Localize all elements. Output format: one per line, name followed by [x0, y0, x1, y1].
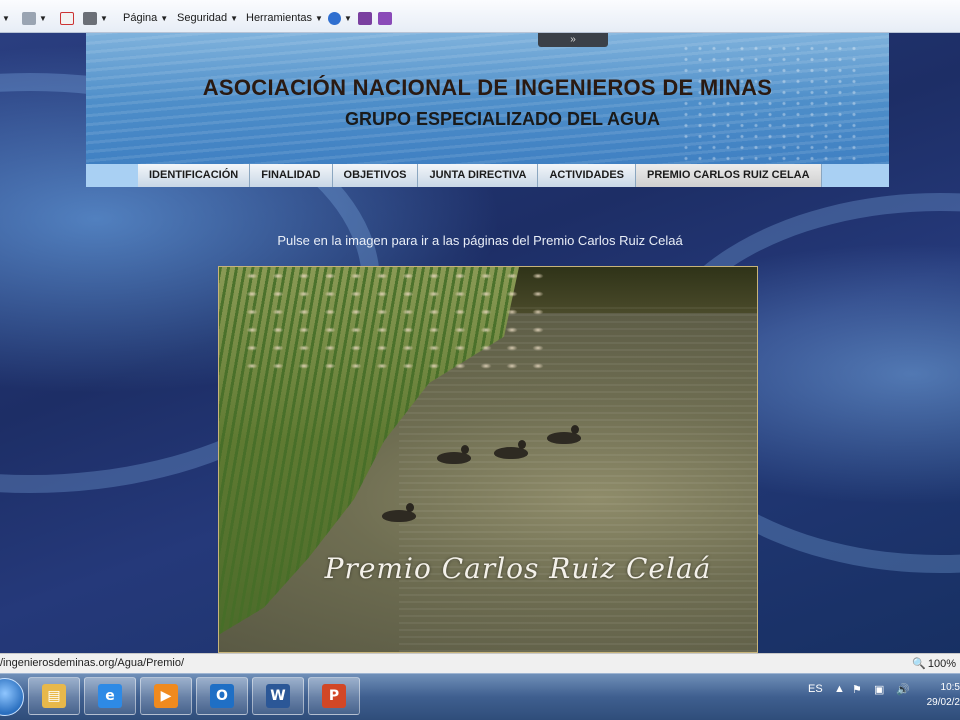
file-explorer-icon: ▤	[42, 684, 66, 708]
system-clock[interactable]: 10:5 29/02/2	[927, 680, 960, 710]
taskbar-app-file-explorer[interactable]: ▤	[28, 677, 80, 715]
help-button[interactable]: ▼	[328, 10, 352, 26]
onenote-button[interactable]	[358, 10, 372, 26]
nav-item-identificacion[interactable]: IDENTIFICACIÓN	[138, 164, 251, 187]
clock-date: 29/02/2	[926, 697, 960, 708]
nav-item-objetivos[interactable]: OBJETIVOS	[332, 164, 419, 187]
read-mail-button[interactable]	[60, 10, 74, 26]
word-icon: W	[266, 684, 290, 708]
collapse-handle[interactable]: »	[538, 33, 608, 47]
zoom-control[interactable]: 🔍 100%	[912, 657, 956, 671]
zoom-level: 100%	[927, 657, 956, 670]
mail-icon	[60, 11, 74, 25]
onenote-icon	[358, 11, 372, 25]
zoom-icon: 🔍	[912, 658, 926, 670]
home-dropdown-caret[interactable]: ▼	[2, 10, 10, 26]
network-icon[interactable]: ▣	[874, 683, 884, 696]
start-button[interactable]	[0, 678, 24, 716]
instruction-text: Pulse en la imagen para ir a las páginas…	[277, 233, 683, 248]
page-title: ASOCIACIÓN NACIONAL DE INGENIEROS DE MIN…	[202, 75, 773, 100]
research-icon	[378, 11, 392, 25]
taskbar-app-media-player[interactable]: ▶	[140, 677, 192, 715]
page-menu-button[interactable]: Página ▼	[123, 10, 168, 26]
status-url: /ingenierosdeminas.org/Agua/Premio/	[0, 657, 185, 669]
nav-item-premio[interactable]: PREMIO CARLOS RUIZ CELAA	[636, 164, 822, 187]
chevron-down-icon: ▼	[230, 13, 239, 23]
taskbar-app-powerpoint[interactable]: P	[308, 677, 360, 715]
image-caption: Premio Carlos Ruiz Celaá	[324, 552, 712, 585]
outlook-icon: O	[210, 684, 234, 708]
page-subtitle: GRUPO ESPECIALIZADO DEL AGUA	[344, 109, 661, 129]
taskbar-app-outlook[interactable]: O	[196, 677, 248, 715]
status-bar: /ingenierosdeminas.org/Agua/Premio/ 🔍 10…	[0, 653, 960, 673]
duck	[382, 503, 416, 522]
reed-plumes	[239, 267, 549, 377]
safety-menu-label: Seguridad	[177, 12, 228, 24]
taskbar-app-internet-explorer[interactable]: e	[84, 677, 136, 715]
nav-item-actividades[interactable]: ACTIVIDADES	[538, 164, 637, 187]
powerpoint-icon: P	[322, 684, 346, 708]
internet-explorer-icon: e	[98, 684, 122, 708]
feeds-button[interactable]: ▼	[22, 10, 47, 26]
volume-icon[interactable]: 🔊	[896, 683, 910, 696]
print-button[interactable]: ▼	[83, 10, 108, 26]
language-indicator[interactable]: ES	[808, 683, 823, 695]
duck	[437, 445, 471, 464]
tools-menu-button[interactable]: Herramientas ▼	[246, 10, 323, 26]
safety-menu-button[interactable]: Seguridad ▼	[177, 10, 238, 26]
tools-menu-label: Herramientas	[246, 12, 313, 24]
show-hidden-icons-icon[interactable]: ▲	[834, 683, 845, 695]
page-viewport: » ASOCIACIÓN NACIONAL DE INGENIEROS DE M…	[0, 33, 960, 653]
water-sparkle	[679, 43, 859, 163]
rss-feed-icon	[22, 11, 36, 25]
nav-item-junta-directiva[interactable]: JUNTA DIRECTIVA	[418, 164, 539, 187]
printer-icon	[83, 11, 97, 25]
ie-command-bar: ▼ ▼ ▼ Página ▼ Seguridad ▼ Herramientas ▼ ▼	[0, 0, 960, 33]
nav-item-finalidad[interactable]: FINALIDAD	[250, 164, 333, 187]
help-icon	[328, 11, 341, 25]
duck	[547, 425, 581, 444]
media-player-icon: ▶	[154, 684, 178, 708]
page-menu-label: Página	[123, 12, 158, 24]
chevron-down-icon: ▼	[160, 13, 169, 23]
action-center-flag-icon[interactable]: ⚑	[852, 683, 862, 696]
taskbar: ▤ e ▶ O W P ES ▲ ⚑ ▣ 🔊 10:5 29/02/2	[0, 673, 960, 720]
research-button[interactable]	[378, 10, 392, 26]
premio-image-link[interactable]: Premio Carlos Ruiz Celaá	[218, 266, 758, 653]
chevron-down-icon: ▼	[315, 13, 323, 23]
taskbar-app-word[interactable]: W	[252, 677, 304, 715]
main-nav: IDENTIFICACIÓN FINALIDAD OBJETIVOS JUNTA…	[86, 164, 889, 187]
duck	[494, 440, 528, 459]
clock-time: 10:5	[940, 682, 960, 693]
